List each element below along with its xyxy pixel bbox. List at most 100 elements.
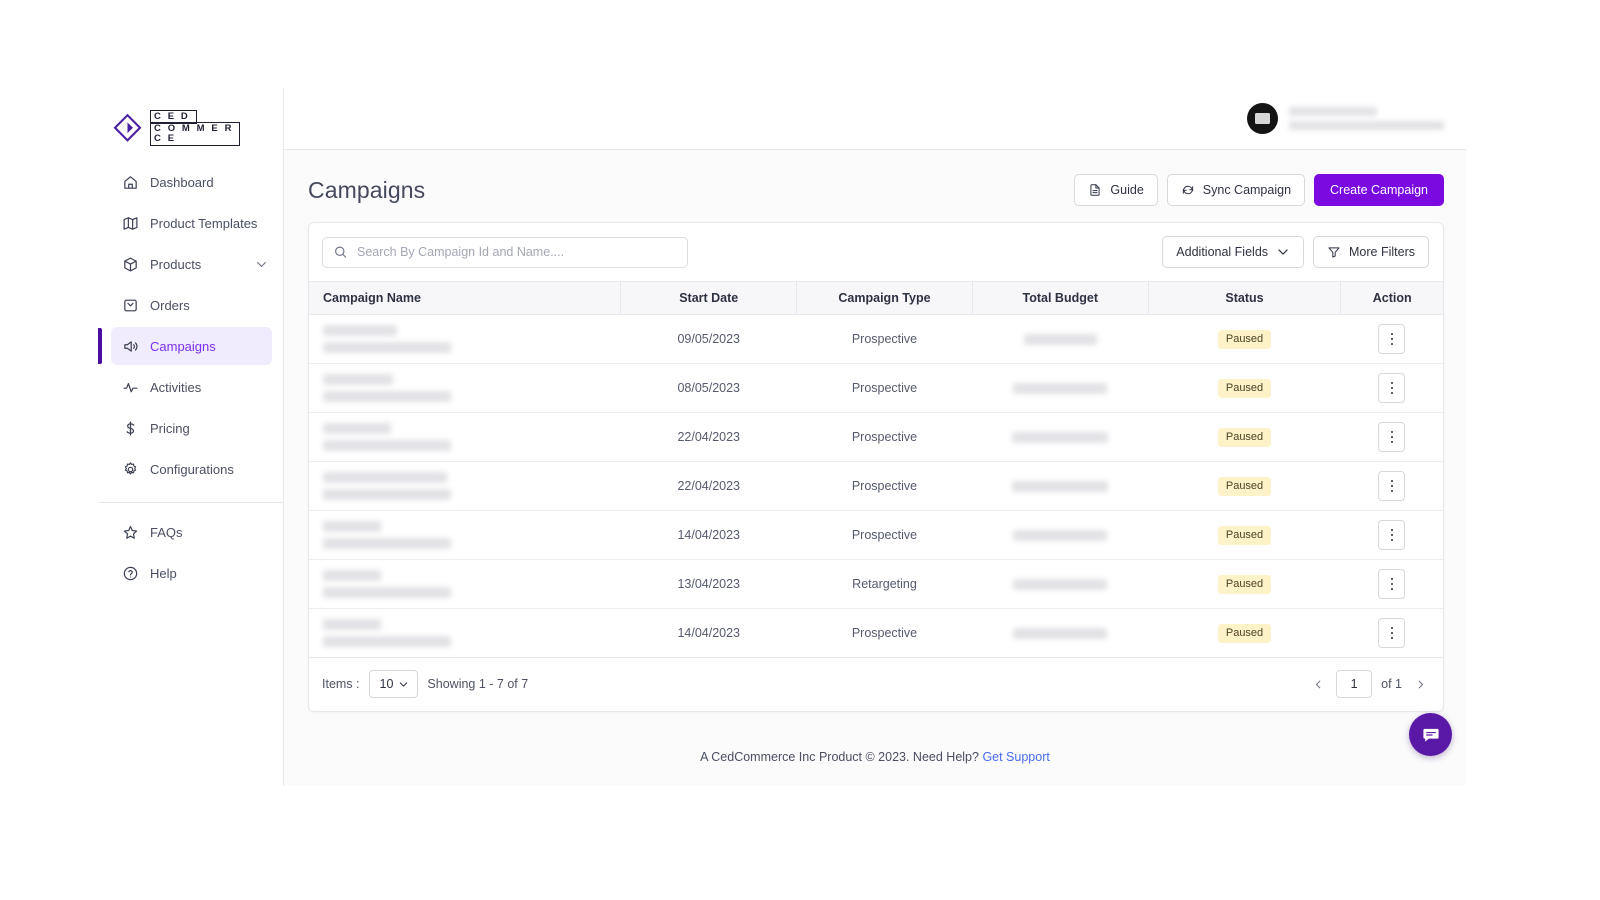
page-number-input[interactable] [1336, 670, 1373, 698]
status-badge: Paused [1217, 525, 1272, 545]
sidebar-item-label: Help [150, 565, 177, 581]
avatar [1247, 103, 1278, 134]
kebab-menu-icon[interactable] [1378, 373, 1406, 403]
total-pages-label: of 1 [1381, 677, 1402, 691]
cell-total-budget [972, 363, 1149, 413]
sidebar-item-products[interactable]: Products [111, 245, 272, 283]
campaign-subtitle-redacted [323, 489, 451, 500]
sidebar-item-configurations[interactable]: Configurations [111, 450, 272, 488]
cell-campaign-name [309, 412, 621, 462]
cell-campaign-type: Prospective [796, 412, 973, 462]
campaign-subtitle-redacted [323, 391, 451, 402]
cell-action [1340, 314, 1443, 364]
campaign-title-redacted [323, 472, 447, 483]
total-budget-redacted [1013, 529, 1108, 541]
campaign-name-redacted [323, 619, 607, 647]
sidebar-item-product-templates[interactable]: Product Templates [111, 204, 272, 242]
items-label: Items : [322, 677, 360, 691]
kebab-menu-icon[interactable] [1378, 324, 1406, 354]
sync-campaign-button[interactable]: Sync Campaign [1166, 174, 1306, 206]
additional-fields-label: Additional Fields [1176, 245, 1269, 259]
brand-logo[interactable]: C E D C O M M E R C E [98, 88, 283, 150]
status-badge: Paused [1217, 378, 1272, 398]
kebab-menu-icon[interactable] [1378, 618, 1406, 648]
user-email-redacted [1289, 121, 1444, 130]
gear-icon [122, 461, 139, 478]
total-budget-redacted [1013, 627, 1108, 639]
guide-button-label: Guide [1110, 183, 1144, 197]
question-circle-icon [122, 565, 139, 582]
kebab-menu-icon[interactable] [1378, 422, 1406, 452]
total-budget-redacted [1023, 333, 1097, 345]
inbox-icon [122, 297, 139, 314]
cell-total-budget [972, 412, 1149, 462]
filter-icon [1327, 245, 1341, 259]
campaign-subtitle-redacted [323, 440, 451, 451]
prev-page-button[interactable] [1309, 673, 1327, 695]
col-status: Status [1148, 281, 1342, 315]
get-support-link[interactable]: Get Support [982, 750, 1049, 764]
pagination-left: Items : 10 Showing 1 - 7 of 7 [322, 670, 528, 698]
kebab-menu-icon[interactable] [1378, 471, 1406, 501]
col-action: Action [1340, 281, 1443, 315]
map-icon [122, 215, 139, 232]
sidebar-item-activities[interactable]: Activities [111, 368, 272, 406]
status-badge: Paused [1217, 623, 1272, 643]
sidebar-item-dashboard[interactable]: Dashboard [111, 163, 272, 201]
status-badge: Paused [1217, 476, 1272, 496]
sidebar-item-label: Configurations [150, 461, 234, 477]
kebab-menu-icon[interactable] [1378, 569, 1406, 599]
table-header-row: Campaign Name Start Date Campaign Type T… [309, 281, 1443, 315]
primary-nav: Dashboard Product Templates Products Ord… [98, 150, 283, 592]
search-input[interactable] [322, 236, 688, 268]
brand-wordmark: C E D C O M M E R C E [150, 109, 240, 147]
cell-status: Paused [1148, 510, 1341, 560]
total-budget-redacted [1013, 382, 1108, 394]
sidebar-item-label: Campaigns [150, 338, 216, 354]
sidebar-item-faqs[interactable]: FAQs [111, 513, 272, 551]
page-header-actions: Guide Sync Campaign Create Campaign [1074, 174, 1444, 206]
sidebar-item-help[interactable]: Help [111, 554, 272, 592]
more-filters-button[interactable]: More Filters [1313, 236, 1429, 268]
chevron-right-icon [1418, 680, 1423, 688]
cell-total-budget [972, 559, 1149, 609]
additional-fields-dropdown[interactable]: Additional Fields [1162, 236, 1305, 268]
campaign-name-redacted [323, 325, 607, 353]
dollar-icon [122, 420, 139, 437]
total-budget-redacted [1013, 578, 1108, 590]
sidebar-divider [98, 502, 283, 503]
campaign-title-redacted [323, 521, 381, 532]
campaign-subtitle-redacted [323, 538, 451, 549]
cell-total-budget [972, 510, 1149, 560]
cell-start-date: 14/04/2023 [620, 510, 797, 560]
page-size-select[interactable]: 10 [368, 670, 419, 698]
next-page-button[interactable] [1411, 673, 1429, 695]
chevron-down-icon[interactable] [255, 258, 268, 271]
sidebar-item-campaigns[interactable]: Campaigns [98, 327, 272, 365]
sidebar-item-pricing[interactable]: Pricing [111, 409, 272, 447]
table-body: 09/05/2023 Prospective Paused 08/05/2023 Pro… [309, 314, 1443, 658]
user-profile-menu[interactable] [1247, 103, 1444, 134]
sidebar-item-label: FAQs [150, 524, 183, 540]
guide-button[interactable]: Guide [1074, 174, 1158, 206]
footer-text: A CedCommerce Inc Product © 2023. Need H… [700, 750, 983, 764]
user-identity-redacted [1289, 107, 1444, 130]
chevron-left-icon [1315, 680, 1321, 688]
cell-status: Paused [1148, 363, 1341, 413]
sidebar-item-orders[interactable]: Orders [111, 286, 272, 324]
cell-campaign-type: Prospective [796, 608, 973, 658]
total-budget-redacted [1012, 480, 1109, 492]
kebab-menu-icon[interactable] [1378, 520, 1406, 550]
user-name-redacted [1289, 107, 1377, 116]
search-field-wrapper [322, 236, 688, 268]
cell-action [1340, 510, 1443, 560]
cell-start-date: 08/05/2023 [620, 363, 797, 413]
chat-widget-button[interactable] [1409, 713, 1452, 756]
create-campaign-button[interactable]: Create Campaign [1314, 174, 1444, 206]
sidebar-item-label: Activities [150, 379, 202, 395]
cell-campaign-type: Prospective [796, 314, 973, 364]
campaign-subtitle-redacted [323, 587, 451, 598]
campaign-title-redacted [323, 374, 393, 385]
table-row: 22/04/2023 Prospective Paused [309, 461, 1443, 511]
star-icon [122, 524, 139, 541]
